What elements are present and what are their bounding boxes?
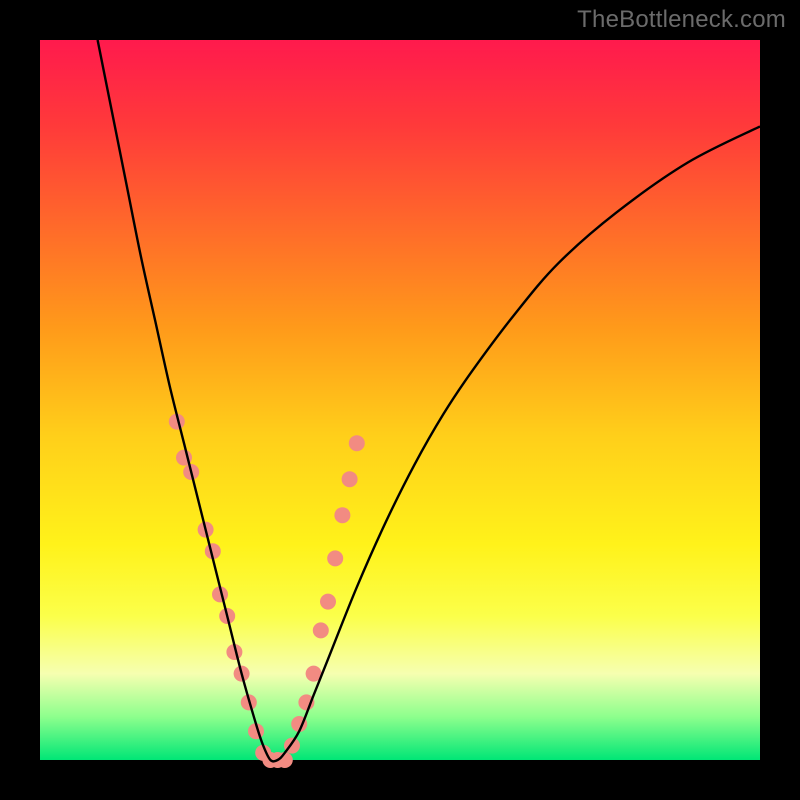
marker-dot — [349, 435, 365, 451]
marker-dot — [342, 471, 358, 487]
marker-dot — [320, 594, 336, 610]
marker-dot — [327, 550, 343, 566]
marker-dot — [313, 622, 329, 638]
plot-area — [40, 40, 760, 760]
curve-svg — [40, 40, 760, 760]
bottleneck-curve — [98, 40, 760, 761]
watermark-text: TheBottleneck.com — [577, 6, 786, 34]
chart-frame: TheBottleneck.com — [0, 0, 800, 800]
marker-dot — [334, 507, 350, 523]
markers-group — [169, 414, 365, 768]
